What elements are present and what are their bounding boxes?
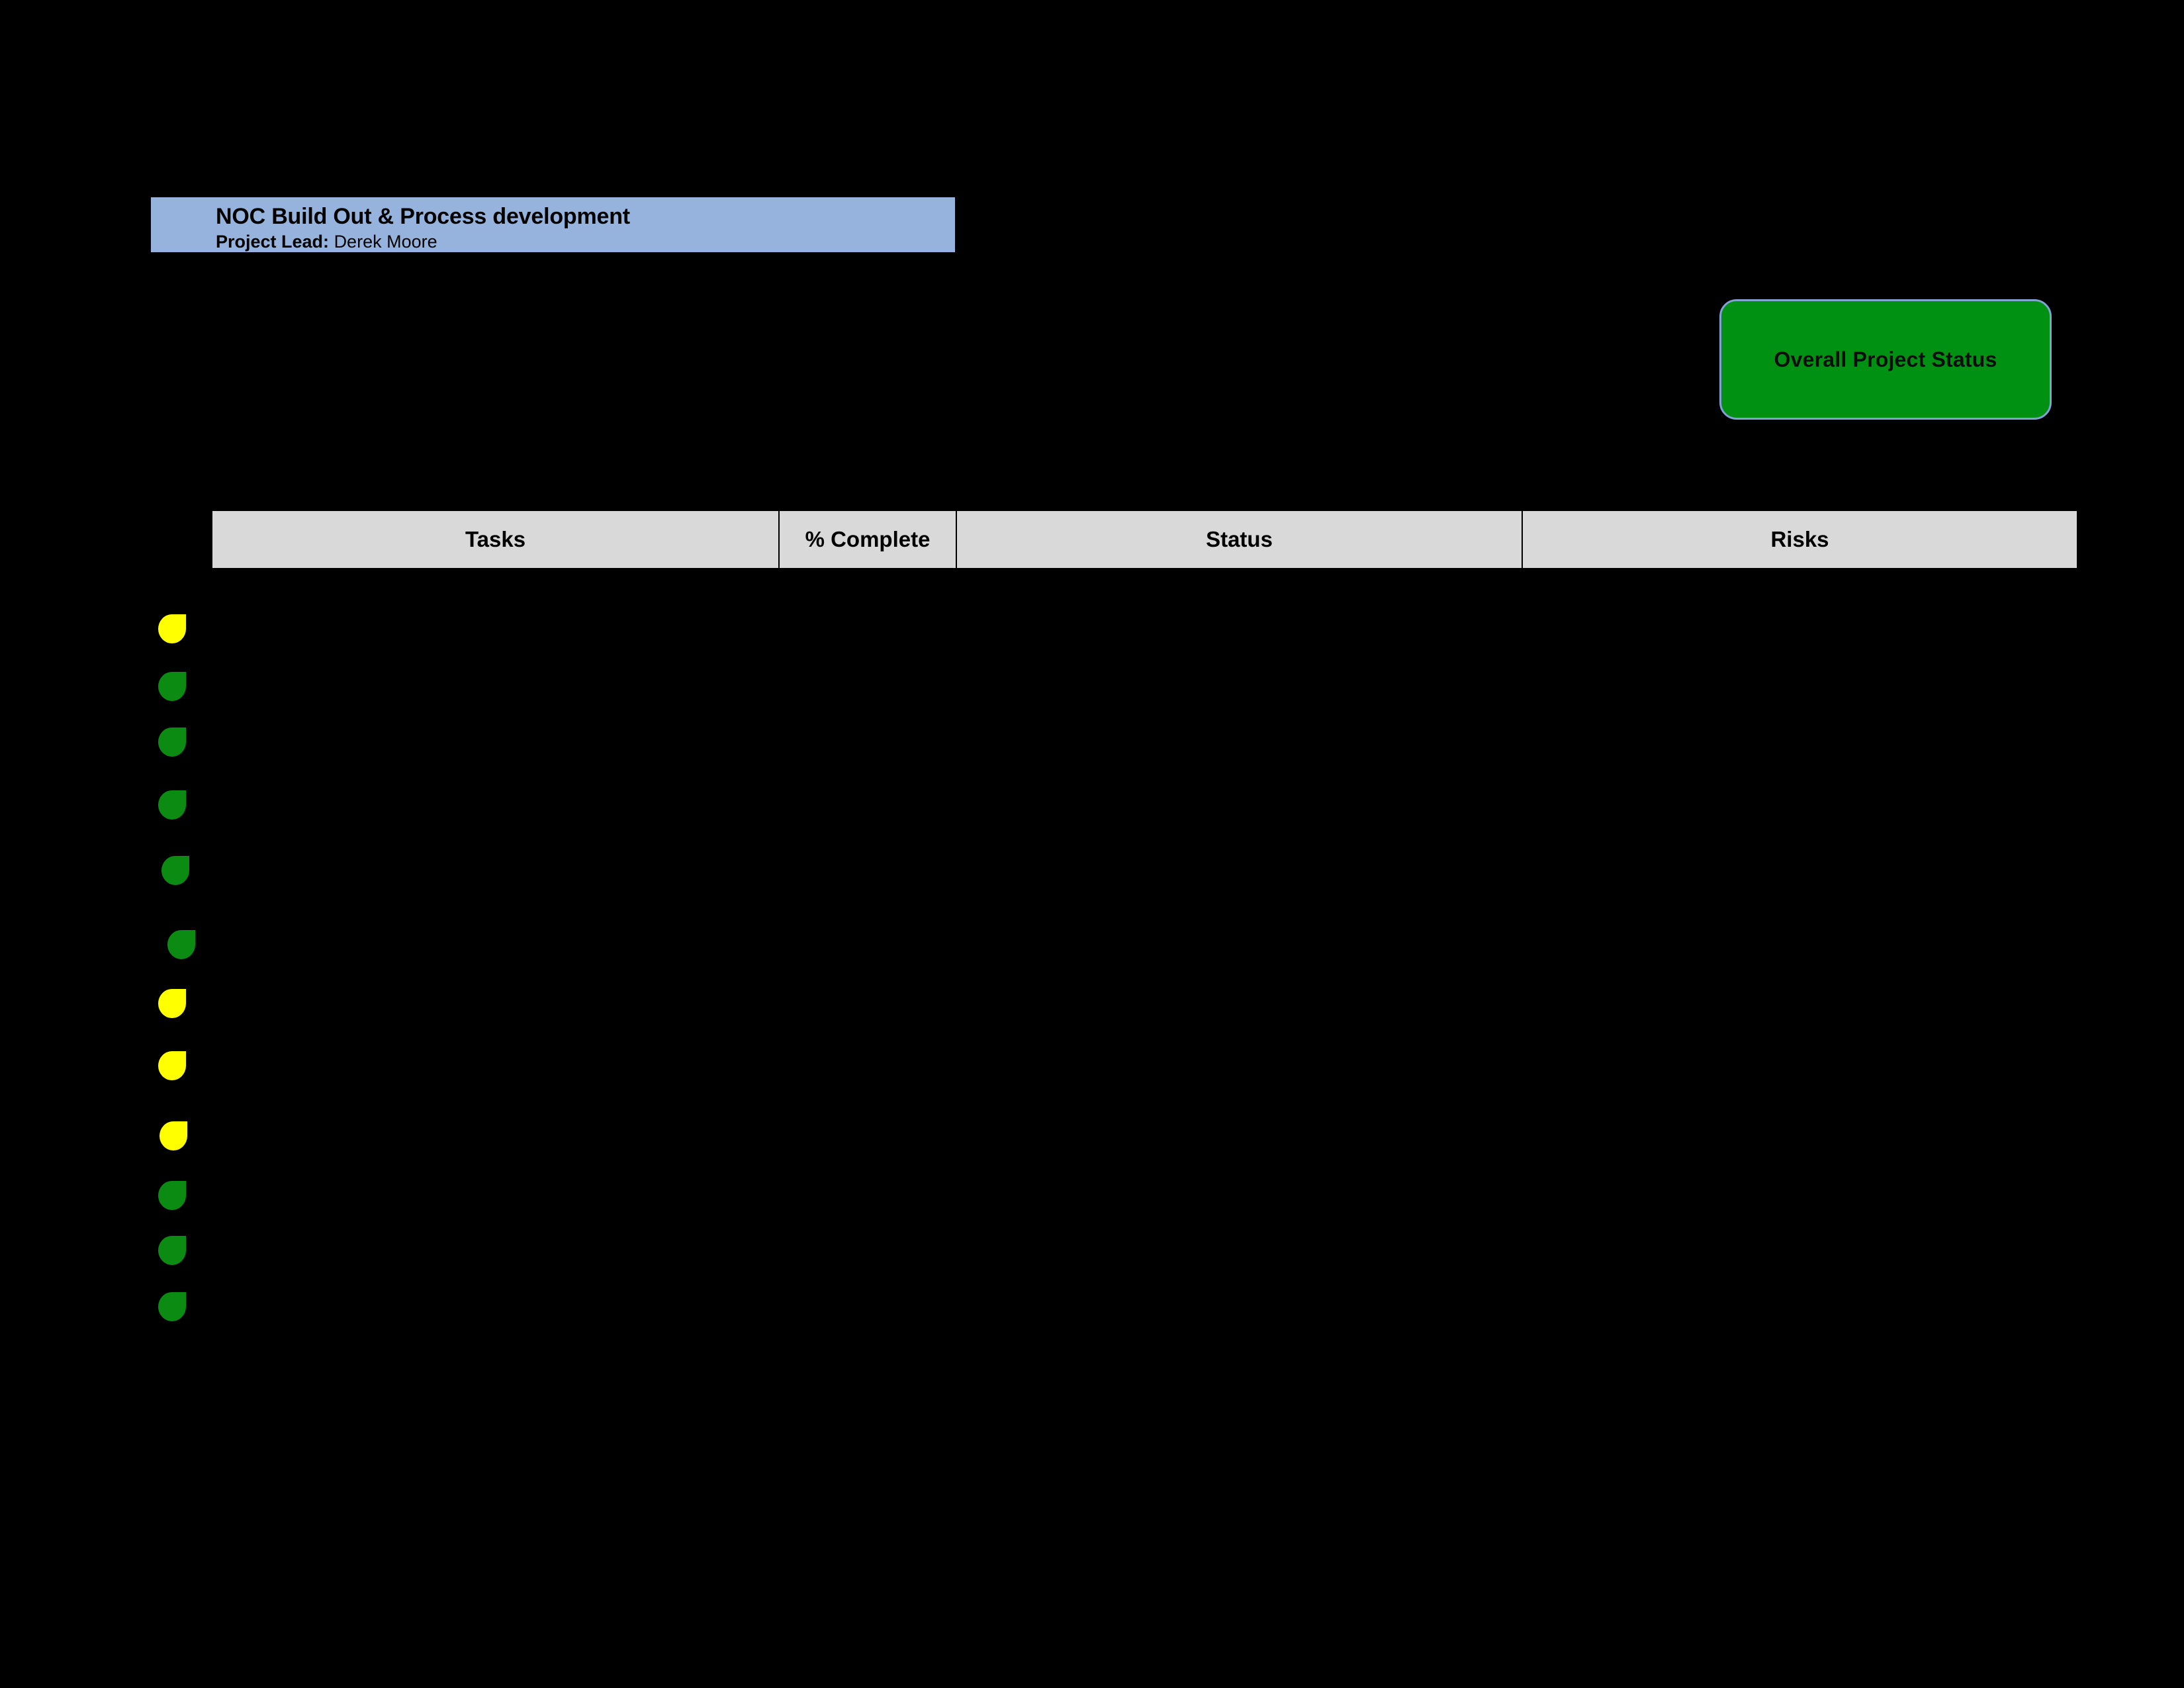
overall-project-status-label: Overall Project Status — [1774, 347, 1997, 371]
row-status-indicator — [158, 790, 186, 820]
project-lead-line: Project Lead: Derek Moore — [216, 230, 955, 253]
status-indicator-column — [0, 0, 2184, 1688]
row-status-indicator — [158, 672, 186, 701]
row-status-indicator — [158, 989, 186, 1018]
row-status-indicator — [159, 1121, 187, 1150]
column-header-percent-complete[interactable]: % Complete — [778, 510, 957, 569]
project-title-bar: NOC Build Out & Process development Proj… — [151, 197, 955, 252]
column-header-status[interactable]: Status — [956, 510, 1523, 569]
project-lead-label: Project Lead: — [216, 232, 330, 252]
project-lead-name: Derek Moore — [334, 232, 437, 252]
row-status-indicator — [158, 614, 186, 643]
project-name: NOC Build Out & Process development — [216, 204, 630, 229]
row-status-indicator — [167, 930, 195, 959]
row-status-indicator — [158, 727, 186, 757]
row-status-indicator — [158, 1236, 186, 1265]
column-header-tasks[interactable]: Tasks — [211, 510, 780, 569]
row-status-indicator — [161, 856, 189, 885]
task-table-header-row: Tasks % Complete Status Risks — [211, 510, 2078, 569]
task-table: Tasks % Complete Status Risks — [211, 510, 2078, 569]
row-status-indicator — [158, 1051, 186, 1080]
overall-project-status-badge[interactable]: Overall Project Status — [1719, 299, 2052, 420]
task-table-grid: Tasks % Complete Status Risks — [211, 510, 2078, 569]
column-header-risks[interactable]: Risks — [1522, 510, 2078, 569]
row-status-indicator — [158, 1181, 186, 1210]
row-status-indicator — [158, 1292, 186, 1321]
